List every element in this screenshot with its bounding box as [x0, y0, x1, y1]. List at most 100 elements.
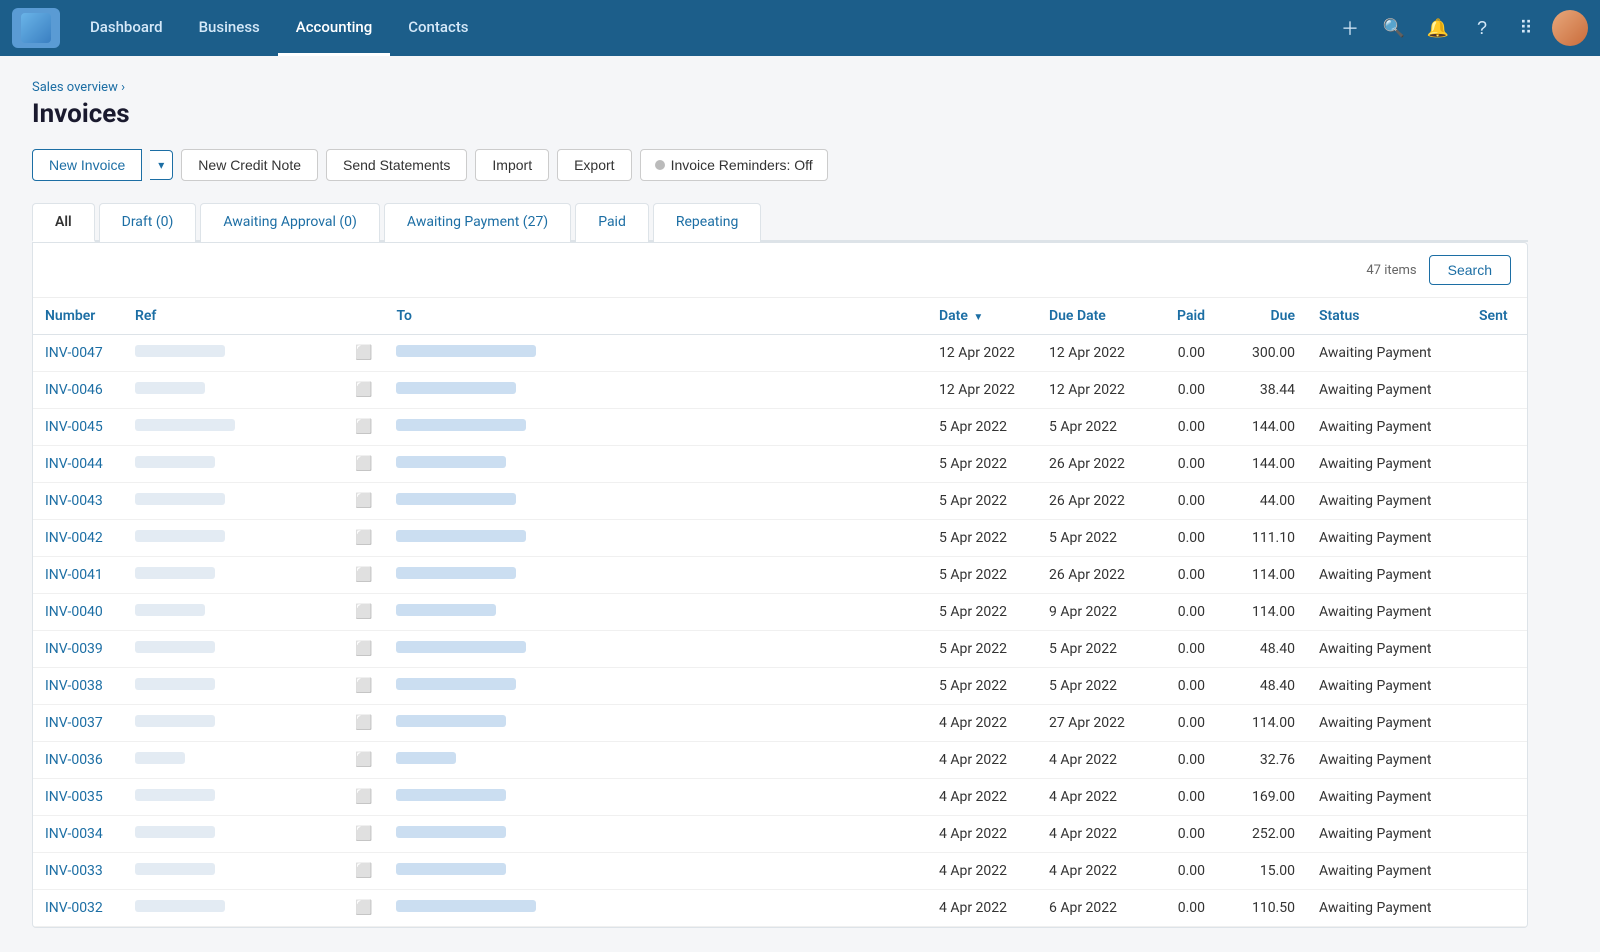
copy-icon[interactable]: ⬜: [343, 409, 384, 446]
invoice-paid: 0.00: [1147, 705, 1217, 742]
invoice-ref: [123, 779, 343, 816]
tabs-container: All Draft (0) Awaiting Approval (0) Awai…: [32, 201, 1528, 242]
tab-all[interactable]: All: [32, 203, 95, 242]
copy-icon[interactable]: ⬜: [343, 520, 384, 557]
invoice-to[interactable]: [384, 742, 927, 779]
tab-awaiting-payment[interactable]: Awaiting Payment (27): [384, 203, 571, 242]
invoice-number[interactable]: INV-0044: [33, 446, 123, 483]
new-invoice-dropdown-button[interactable]: ▾: [150, 150, 173, 180]
copy-icon[interactable]: ⬜: [343, 372, 384, 409]
invoice-number[interactable]: INV-0036: [33, 742, 123, 779]
col-header-status[interactable]: Status: [1307, 298, 1467, 335]
tab-repeating[interactable]: Repeating: [653, 203, 762, 242]
invoice-number[interactable]: INV-0034: [33, 816, 123, 853]
invoice-number[interactable]: INV-0033: [33, 853, 123, 890]
invoice-status: Awaiting Payment: [1307, 594, 1467, 631]
invoice-date: 12 Apr 2022: [927, 335, 1037, 372]
invoice-number[interactable]: INV-0040: [33, 594, 123, 631]
invoice-number[interactable]: INV-0043: [33, 483, 123, 520]
invoice-number[interactable]: INV-0046: [33, 372, 123, 409]
breadcrumb[interactable]: Sales overview ›: [32, 80, 1528, 95]
table-row: INV-0033 ⬜ 4 Apr 2022 4 Apr 2022 0.00 15…: [33, 853, 1527, 890]
invoice-to[interactable]: [384, 372, 927, 409]
invoice-number[interactable]: INV-0037: [33, 705, 123, 742]
nav-accounting[interactable]: Accounting: [278, 0, 390, 56]
invoice-status: Awaiting Payment: [1307, 557, 1467, 594]
send-statements-button[interactable]: Send Statements: [326, 149, 467, 181]
invoice-number[interactable]: INV-0032: [33, 890, 123, 927]
invoice-to[interactable]: [384, 890, 927, 927]
copy-icon[interactable]: ⬜: [343, 557, 384, 594]
col-header-ref[interactable]: Ref: [123, 298, 343, 335]
invoice-to[interactable]: [384, 779, 927, 816]
nav-business[interactable]: Business: [181, 0, 278, 56]
invoice-number[interactable]: INV-0041: [33, 557, 123, 594]
copy-icon[interactable]: ⬜: [343, 742, 384, 779]
table-row: INV-0042 ⬜ 5 Apr 2022 5 Apr 2022 0.00 11…: [33, 520, 1527, 557]
invoice-to[interactable]: [384, 335, 927, 372]
invoice-ref: [123, 483, 343, 520]
notifications-button[interactable]: 🔔: [1420, 10, 1456, 46]
invoice-number[interactable]: INV-0045: [33, 409, 123, 446]
import-button[interactable]: Import: [475, 149, 549, 181]
invoice-reminders-button[interactable]: Invoice Reminders: Off: [640, 149, 828, 181]
col-header-paid[interactable]: Paid: [1147, 298, 1217, 335]
copy-icon[interactable]: ⬜: [343, 631, 384, 668]
search-button-nav[interactable]: 🔍: [1376, 10, 1412, 46]
tab-paid[interactable]: Paid: [575, 203, 649, 242]
invoice-to[interactable]: [384, 668, 927, 705]
copy-icon[interactable]: ⬜: [343, 853, 384, 890]
col-header-due[interactable]: Due: [1217, 298, 1307, 335]
add-button[interactable]: ＋: [1332, 10, 1368, 46]
items-count: 47 items: [1366, 263, 1416, 278]
invoice-number[interactable]: INV-0047: [33, 335, 123, 372]
col-header-number[interactable]: Number: [33, 298, 123, 335]
copy-icon[interactable]: ⬜: [343, 779, 384, 816]
invoice-due-date: 26 Apr 2022: [1037, 446, 1147, 483]
invoice-to[interactable]: [384, 409, 927, 446]
col-header-date[interactable]: Date ▼: [927, 298, 1037, 335]
top-navigation: Dashboard Business Accounting Contacts ＋…: [0, 0, 1600, 56]
invoice-due-date: 4 Apr 2022: [1037, 742, 1147, 779]
invoice-number[interactable]: INV-0035: [33, 779, 123, 816]
copy-icon[interactable]: ⬜: [343, 483, 384, 520]
invoice-ref: [123, 335, 343, 372]
copy-icon[interactable]: ⬜: [343, 446, 384, 483]
copy-icon[interactable]: ⬜: [343, 335, 384, 372]
new-invoice-button[interactable]: New Invoice: [32, 149, 142, 181]
invoice-to[interactable]: [384, 594, 927, 631]
invoice-to[interactable]: [384, 557, 927, 594]
search-table-button[interactable]: Search: [1429, 255, 1511, 285]
copy-icon[interactable]: ⬜: [343, 816, 384, 853]
invoice-number[interactable]: INV-0042: [33, 520, 123, 557]
copy-icon[interactable]: ⬜: [343, 594, 384, 631]
invoice-to[interactable]: [384, 520, 927, 557]
invoice-to[interactable]: [384, 816, 927, 853]
invoice-to[interactable]: [384, 705, 927, 742]
invoice-to[interactable]: [384, 446, 927, 483]
invoice-due-date: 5 Apr 2022: [1037, 409, 1147, 446]
user-avatar[interactable]: [1552, 10, 1588, 46]
export-button[interactable]: Export: [557, 149, 631, 181]
nav-contacts[interactable]: Contacts: [390, 0, 486, 56]
apps-button[interactable]: ⠿: [1508, 10, 1544, 46]
nav-dashboard[interactable]: Dashboard: [72, 0, 181, 56]
invoice-number[interactable]: INV-0038: [33, 668, 123, 705]
invoice-due-amount: 300.00: [1217, 335, 1307, 372]
help-button[interactable]: ?: [1464, 10, 1500, 46]
invoice-to[interactable]: [384, 853, 927, 890]
tab-draft[interactable]: Draft (0): [99, 203, 197, 242]
invoice-ref: [123, 705, 343, 742]
col-header-due-date[interactable]: Due Date: [1037, 298, 1147, 335]
copy-icon[interactable]: ⬜: [343, 890, 384, 927]
invoice-number[interactable]: INV-0039: [33, 631, 123, 668]
col-header-sent[interactable]: Sent: [1467, 298, 1527, 335]
copy-icon[interactable]: ⬜: [343, 668, 384, 705]
invoice-to[interactable]: [384, 483, 927, 520]
tab-awaiting-approval[interactable]: Awaiting Approval (0): [200, 203, 380, 242]
new-credit-note-button[interactable]: New Credit Note: [181, 149, 318, 181]
logo[interactable]: [12, 8, 60, 48]
col-header-to[interactable]: To: [384, 298, 927, 335]
copy-icon[interactable]: ⬜: [343, 705, 384, 742]
invoice-to[interactable]: [384, 631, 927, 668]
